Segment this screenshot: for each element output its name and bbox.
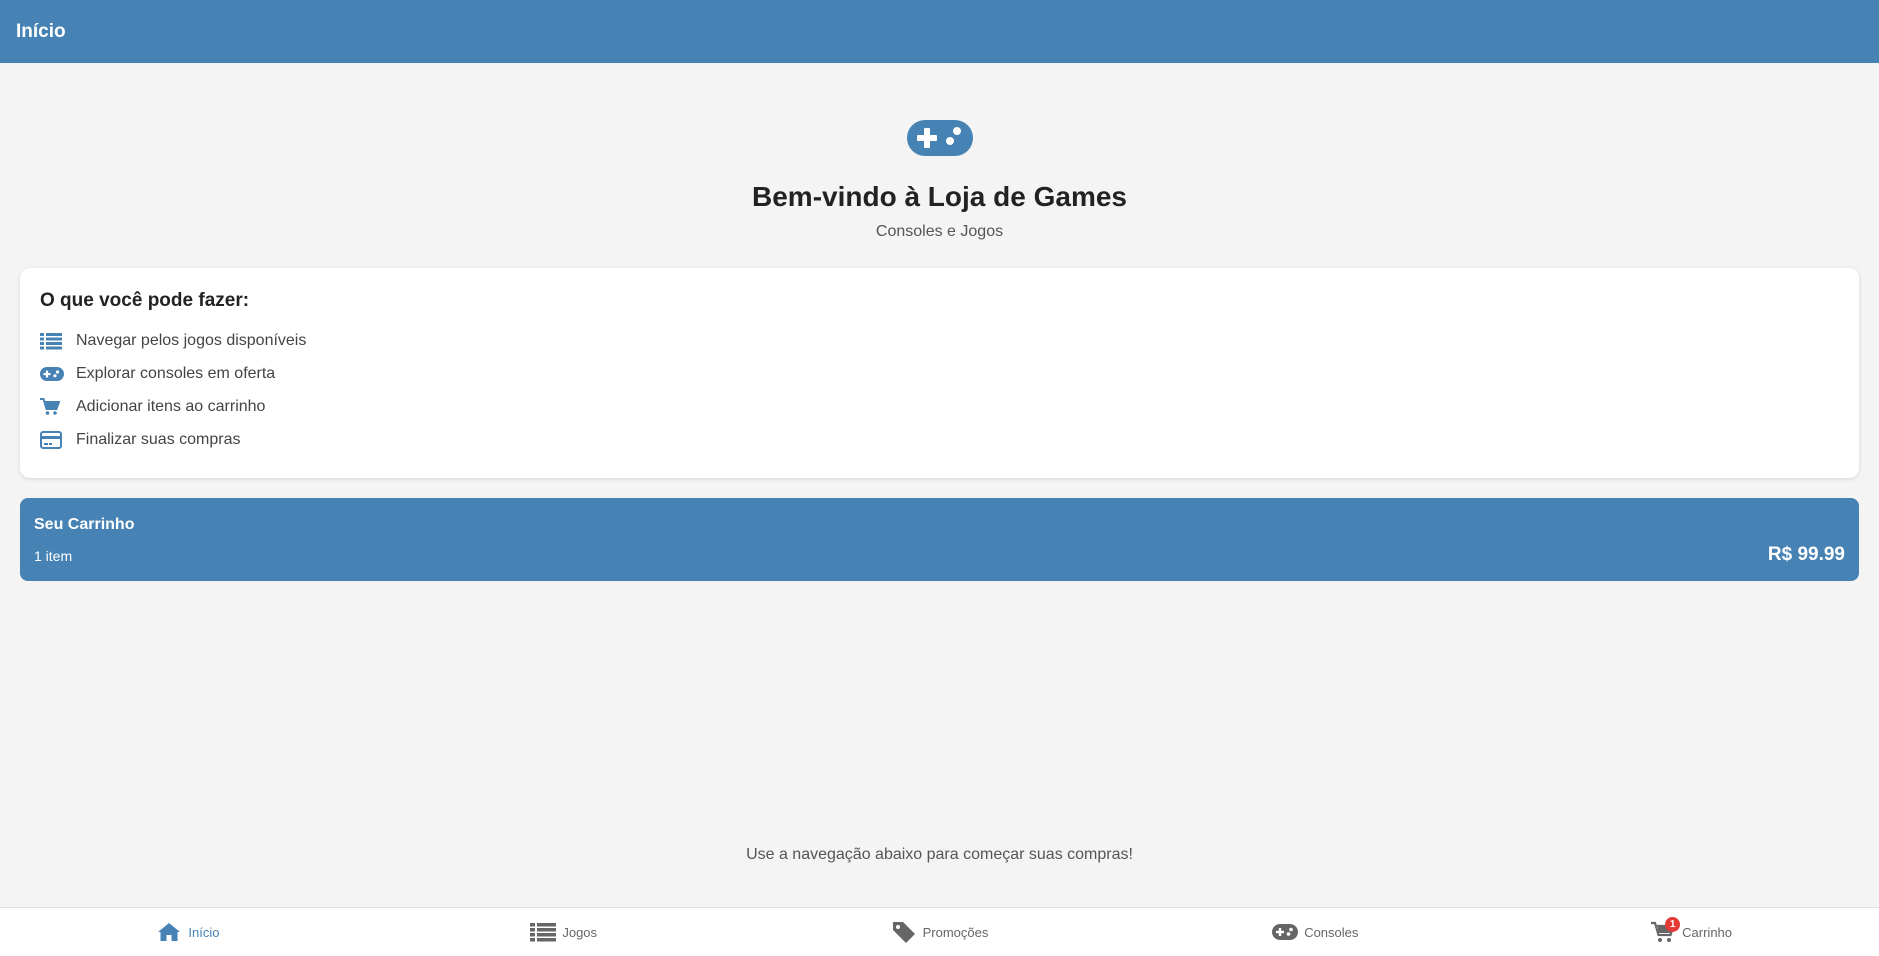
nav-label: Carrinho (1682, 924, 1733, 940)
welcome-subtitle: Consoles e Jogos (875, 223, 1004, 240)
cart-summary[interactable]: Seu Carrinho 1 item R$ 99.99 (20, 498, 1859, 581)
cart-item-count: 1 item (34, 548, 73, 564)
gamepad-icon (906, 118, 974, 158)
gamepad-icon (40, 364, 64, 384)
credit-card-icon (40, 430, 64, 450)
cart-title: Seu Carrinho (34, 516, 135, 533)
feature-label: Navegar pelos jogos disponíveis (76, 331, 307, 349)
welcome-title: Bem-vindo à Loja de Games (752, 181, 1127, 212)
features-list: Navegar pelos jogos disponíveis Explorar… (40, 324, 1839, 456)
list-icon (40, 331, 64, 351)
feature-label: Finalizar suas compras (76, 430, 241, 448)
nav-label: Promoções (922, 924, 989, 940)
app-header: Início (0, 0, 1879, 63)
nav-item-carrinho[interactable]: 1 Carrinho (1503, 908, 1879, 956)
nav-label: Início (188, 924, 220, 940)
home-icon (156, 921, 182, 943)
nav-item-promocoes[interactable]: Promoções (752, 908, 1128, 956)
cart-count-badge: 1 (1665, 917, 1681, 932)
tag-icon (891, 921, 917, 943)
list-icon (530, 921, 557, 943)
cart-icon (40, 397, 64, 417)
nav-label: Jogos (562, 924, 598, 940)
features-heading: O que você pode fazer: (40, 290, 250, 311)
cart-total: R$ 99.99 (1767, 544, 1845, 565)
nav-item-consoles[interactable]: Consoles (1127, 908, 1503, 956)
navigation-hint: Use a navegação abaixo para começar suas… (746, 846, 1133, 863)
gamepad-icon (1272, 921, 1299, 943)
cart-icon: 1 (1650, 917, 1681, 943)
feature-item: Adicionar itens ao carrinho (40, 390, 1839, 423)
page-title: Início (16, 20, 66, 42)
bottom-navigation: Início Jogos Promoções Consoles 1 Carrin… (0, 907, 1879, 956)
feature-label: Adicionar itens ao carrinho (76, 397, 266, 415)
nav-item-jogos[interactable]: Jogos (376, 908, 752, 956)
feature-item: Navegar pelos jogos disponíveis (40, 324, 1839, 357)
nav-label: Consoles (1304, 924, 1359, 940)
feature-label: Explorar consoles em oferta (76, 364, 276, 382)
feature-item: Explorar consoles em oferta (40, 357, 1839, 390)
welcome-hero: Bem-vindo à Loja de Games Consoles e Jog… (0, 118, 1879, 241)
feature-item: Finalizar suas compras (40, 423, 1839, 456)
nav-item-inicio[interactable]: Início (0, 908, 376, 956)
features-card: O que você pode fazer: Navegar pelos jog… (20, 268, 1859, 478)
